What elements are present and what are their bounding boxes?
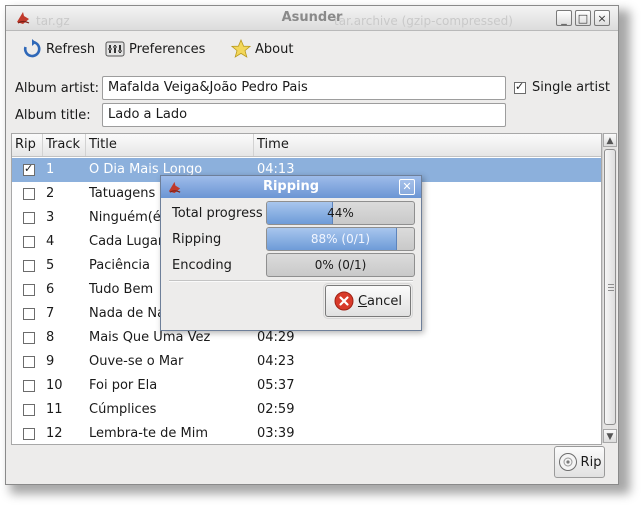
- track-number: 9: [46, 354, 55, 369]
- column-header-title[interactable]: Title: [86, 134, 254, 156]
- total-progress-text: 44%: [327, 206, 354, 220]
- track-title: Foi por Ela: [89, 378, 158, 393]
- track-title: Mais Que Uma Vez: [89, 330, 211, 345]
- track-time: 04:29: [257, 330, 295, 345]
- track-list-header: Rip Track Title Time: [12, 134, 601, 157]
- rip-checkbox[interactable]: [23, 356, 35, 368]
- star-icon: [231, 39, 251, 58]
- table-row[interactable]: 10 Foi por Ela 05:37: [12, 374, 601, 398]
- ripping-label: Ripping: [172, 232, 222, 247]
- rip-checkbox[interactable]: [23, 404, 35, 416]
- ripping-dialog: Ripping ✕ Total progress 44% Ripping 88%…: [160, 175, 422, 331]
- track-number: 2: [46, 186, 55, 201]
- track-number: 12: [46, 426, 63, 441]
- title-bar[interactable]: tar.gz tar.archive (gzip-compressed) Asu…: [6, 6, 618, 31]
- rip-checkbox[interactable]: [23, 162, 35, 176]
- ripping-progress-bar: 88% (0/1): [266, 227, 415, 251]
- rip-checkbox[interactable]: [23, 308, 35, 320]
- track-time: 03:39: [257, 426, 295, 441]
- track-title: Tudo Bem: [89, 282, 154, 297]
- track-number: 10: [46, 378, 63, 393]
- encoding-label: Encoding: [172, 258, 232, 273]
- column-header-rip[interactable]: Rip: [12, 134, 43, 156]
- track-number: 8: [46, 330, 55, 345]
- refresh-button[interactable]: Refresh: [22, 37, 95, 61]
- track-title: Nada de Na: [89, 306, 166, 321]
- track-title: Ouve-se o Mar: [89, 354, 184, 369]
- rip-button[interactable]: Rip: [554, 446, 605, 478]
- ripping-progress-text: 88% (0/1): [310, 232, 371, 246]
- column-header-track[interactable]: Track: [43, 134, 86, 156]
- track-title: Tatuagens: [89, 186, 156, 201]
- total-progress-bar: 44%: [266, 201, 415, 225]
- rip-checkbox[interactable]: [23, 380, 35, 392]
- scroll-down-arrow[interactable]: ▼: [603, 429, 617, 443]
- scroll-up-arrow[interactable]: ▲: [603, 133, 617, 147]
- cancel-label: Cancel: [357, 293, 403, 309]
- track-title: Cúmplices: [89, 402, 157, 417]
- table-row[interactable]: 9 Ouve-se o Mar 04:23: [12, 350, 601, 374]
- total-progress-label: Total progress: [172, 206, 263, 221]
- track-number: 4: [46, 234, 55, 249]
- album-title-label: Album title:: [15, 108, 91, 123]
- scrollbar-thumb[interactable]: [604, 149, 616, 425]
- track-time: 04:23: [257, 354, 295, 369]
- dialog-title: Ripping: [262, 179, 320, 194]
- dialog-separator: [169, 280, 413, 282]
- track-number: 7: [46, 306, 55, 321]
- refresh-icon: [23, 39, 41, 58]
- column-header-time[interactable]: Time: [254, 134, 601, 156]
- minimize-button[interactable]: _: [556, 10, 572, 26]
- rip-checkbox[interactable]: [23, 188, 35, 200]
- track-number: 3: [46, 210, 55, 225]
- cancel-icon: [334, 291, 354, 311]
- cancel-button[interactable]: Cancel: [323, 283, 413, 319]
- track-number: 6: [46, 282, 55, 297]
- vertical-scrollbar[interactable]: ▲ ▼: [602, 133, 617, 443]
- about-button[interactable]: About: [231, 37, 293, 61]
- about-label: About: [255, 41, 294, 57]
- track-title: Paciência: [89, 258, 150, 273]
- album-title-input[interactable]: Lado a Lado: [102, 103, 506, 127]
- album-artist-input[interactable]: Mafalda Veiga&João Pedro Pais: [102, 76, 506, 100]
- table-row[interactable]: 12 Lembra-te de Mim 03:39: [12, 422, 601, 444]
- single-artist-label: Single artist: [532, 80, 610, 95]
- dialog-title-bar[interactable]: Ripping ✕: [161, 176, 421, 198]
- track-title: Lembra-te de Mim: [89, 426, 209, 441]
- preferences-label: Preferences: [129, 41, 206, 57]
- table-row[interactable]: 11 Cúmplices 02:59: [12, 398, 601, 422]
- track-time: 05:37: [257, 378, 295, 393]
- track-number: 1: [46, 162, 55, 177]
- rip-checkbox[interactable]: [23, 236, 35, 248]
- refresh-label: Refresh: [46, 41, 96, 57]
- encoding-progress-text: 0% (0/1): [314, 258, 367, 272]
- dialog-close-button[interactable]: ✕: [399, 179, 415, 195]
- rip-label: Rip: [580, 454, 602, 470]
- cd-icon: [558, 453, 577, 471]
- rip-checkbox[interactable]: [23, 212, 35, 224]
- album-artist-label: Album artist:: [15, 81, 100, 96]
- track-title: Cada Lugar: [89, 234, 164, 249]
- rip-checkbox[interactable]: [23, 428, 35, 440]
- close-window-button[interactable]: ×: [594, 10, 610, 26]
- rip-checkbox[interactable]: [23, 260, 35, 272]
- preferences-button[interactable]: Preferences: [105, 37, 205, 61]
- rip-checkbox[interactable]: [23, 332, 35, 344]
- track-number: 5: [46, 258, 55, 273]
- single-artist-checkbox[interactable]: [514, 80, 526, 94]
- window-title: Asunder: [281, 10, 343, 25]
- track-number: 11: [46, 402, 63, 417]
- preferences-icon: [105, 41, 125, 57]
- track-title: Ninguém(é: [89, 210, 161, 225]
- toolbar: Refresh Preferences About: [6, 32, 618, 66]
- rip-checkbox[interactable]: [23, 284, 35, 296]
- encoding-progress-bar: 0% (0/1): [266, 253, 415, 277]
- track-time: 02:59: [257, 402, 295, 417]
- maximize-button[interactable]: □: [575, 10, 591, 26]
